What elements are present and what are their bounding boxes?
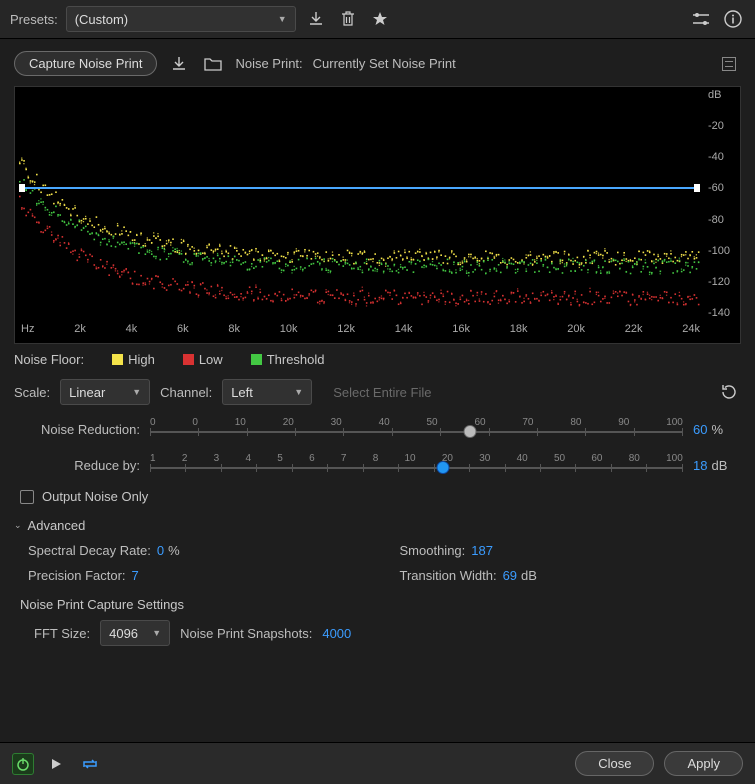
scale-dropdown[interactable]: Linear▼ [60,379,150,405]
power-button[interactable] [12,753,34,775]
noise-print-label: Noise Print: [235,56,302,71]
output-noise-only-label: Output Noise Only [42,489,148,504]
noise-print-value: Currently Set Noise Print [313,56,456,71]
channel-label: Channel: [160,385,212,400]
smoothing-value[interactable]: 187 [471,543,519,558]
checkbox-box [20,490,34,504]
noise-spectrum-chart[interactable]: dB-20-40-60-80-100-120-140 Hz2k4k6k8k10k… [14,86,741,344]
transition-label: Transition Width: [400,568,497,583]
threshold-handle-left[interactable] [19,184,25,192]
footer: Close Apply [0,742,755,784]
apply-button[interactable]: Apply [664,751,743,776]
reduce-by-row: Reduce by: 1234567810203040506080100 18d… [14,453,741,477]
reduce-by-thumb[interactable] [437,461,450,474]
load-noise-print-icon[interactable] [167,52,191,76]
noise-reduction-row: Noise Reduction: 00102030405060708090100… [14,417,741,441]
presets-value: (Custom) [75,12,128,27]
capture-settings-header: Noise Print Capture Settings [20,597,741,612]
panel-menu-icon[interactable] [717,52,741,76]
chevron-down-icon: ▼ [132,387,141,397]
noise-reduction-thumb[interactable] [463,425,476,438]
fft-dropdown[interactable]: 4096▼ [100,620,170,646]
threshold-line[interactable] [23,187,696,189]
loop-button[interactable] [78,752,102,776]
reset-icon[interactable] [717,380,741,404]
y-axis: dB-20-40-60-80-100-120-140 [704,87,738,321]
transition-value[interactable]: 69dB [503,568,551,583]
smoothing-label: Smoothing: [400,543,466,558]
legend-threshold: Threshold [267,352,325,367]
presets-dropdown[interactable]: (Custom) ▼ [66,6,296,32]
spectral-decay-label: Spectral Decay Rate: [28,543,151,558]
precision-label: Precision Factor: [28,568,126,583]
legend-title: Noise Floor: [14,352,84,367]
capture-row: Capture Noise Print Noise Print: Current… [14,51,741,76]
main-panel: Capture Noise Print Noise Print: Current… [0,39,755,658]
save-preset-icon[interactable] [304,7,328,31]
play-button[interactable] [44,752,68,776]
spectral-decay-value[interactable]: 0% [157,543,205,558]
fft-row: FFT Size: 4096▼ Noise Print Snapshots: 4… [14,620,741,646]
presets-label: Presets: [10,12,58,27]
info-icon[interactable] [721,7,745,31]
legend-swatch-high [112,354,123,365]
reduce-by-label: Reduce by: [14,458,140,473]
x-axis: Hz2k4k6k8k10k12k14k16k18k20k22k24k [21,323,700,341]
advanced-header[interactable]: ⌄ Advanced [14,518,741,533]
reduce-by-value[interactable]: 18dB [693,458,741,473]
topbar: Presets: (Custom) ▼ [0,0,755,39]
noise-reduction-label: Noise Reduction: [14,422,140,437]
reduce-by-slider[interactable]: 1234567810203040506080100 [150,453,683,477]
channel-dropdown[interactable]: Left▼ [222,379,312,405]
legend-high: High [128,352,155,367]
chevron-down-icon: ▼ [278,14,287,24]
noise-reduction-slider[interactable]: 00102030405060708090100 [150,417,683,441]
fft-label: FFT Size: [34,626,90,641]
scale-channel-row: Scale: Linear▼ Channel: Left▼ Select Ent… [14,379,741,405]
advanced-label: Advanced [28,518,86,533]
noise-reduction-value[interactable]: 60% [693,422,741,437]
threshold-handle-right[interactable] [694,184,700,192]
chevron-down-icon: ▼ [152,628,161,638]
legend-swatch-low [183,354,194,365]
snapshots-value[interactable]: 4000 [322,626,370,641]
legend-low: Low [199,352,223,367]
controls-icon[interactable] [689,7,713,31]
chevron-down-icon: ▼ [294,387,303,397]
snapshots-label: Noise Print Snapshots: [180,626,312,641]
delete-preset-icon[interactable] [336,7,360,31]
capture-noise-print-button[interactable]: Capture Noise Print [14,51,157,76]
precision-value[interactable]: 7 [132,568,180,583]
output-noise-only-checkbox[interactable]: Output Noise Only [20,489,741,504]
legend-swatch-threshold [251,354,262,365]
scale-label: Scale: [14,385,50,400]
folder-icon[interactable] [201,52,225,76]
favorite-icon[interactable] [368,7,392,31]
chevron-down-icon: ⌄ [14,520,22,531]
select-entire-file-button[interactable]: Select Entire File [322,381,442,404]
legend: Noise Floor: High Low Threshold [14,352,741,367]
close-button[interactable]: Close [575,751,654,776]
advanced-grid: Spectral Decay Rate: 0% Smoothing: 187 P… [14,543,741,583]
